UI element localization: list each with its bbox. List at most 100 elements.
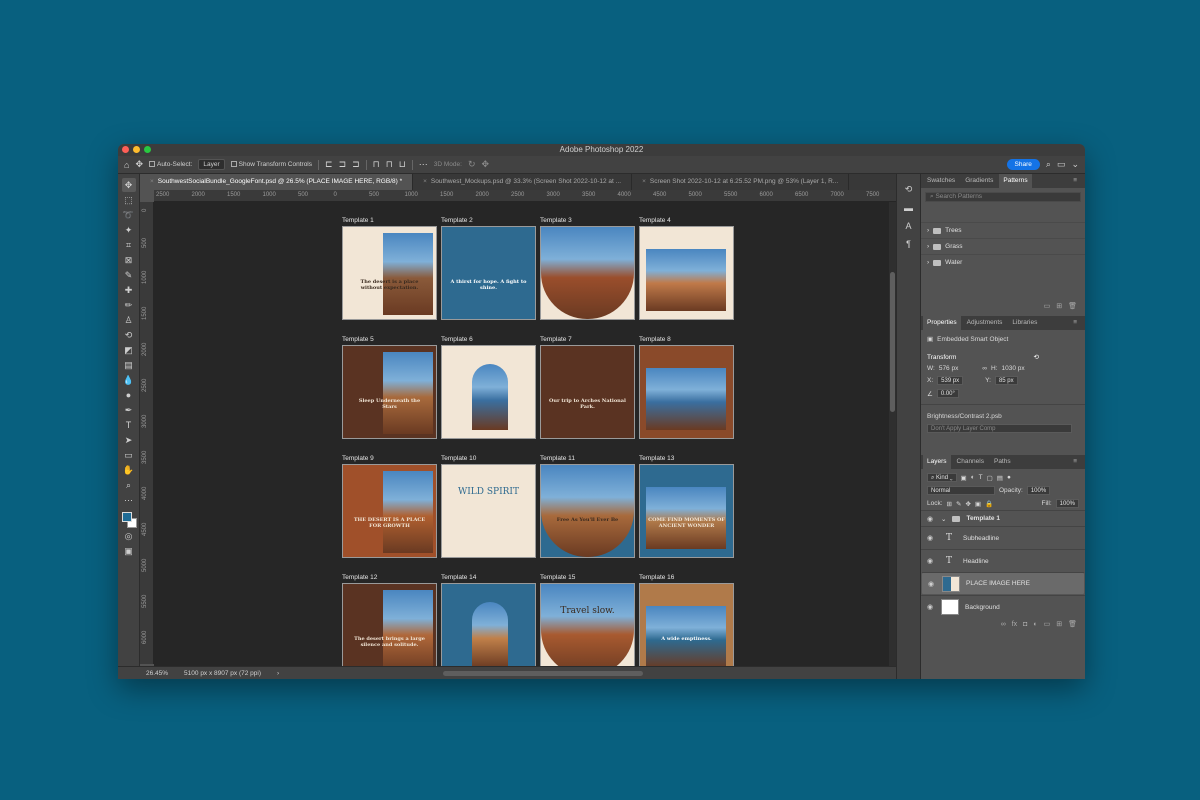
- frame-tool-icon[interactable]: ⊠: [122, 253, 136, 267]
- template-thumbnail[interactable]: [441, 583, 536, 666]
- template-thumbnail[interactable]: WILD SPIRIT: [441, 464, 536, 558]
- doc-tab-1[interactable]: × SouthwestSocialBundle_GoogleFont.psd @ …: [140, 174, 414, 190]
- filter-type-icon[interactable]: T: [979, 474, 983, 481]
- brush-tool-icon[interactable]: ✏: [122, 298, 136, 312]
- layer-name[interactable]: Subheadline: [963, 535, 999, 542]
- template-cell[interactable]: Template 10 WILD SPIRIT: [441, 454, 536, 558]
- horizontal-ruler[interactable]: 2500 2000 1500 1000 500 0 500 1000 1500 2000 2500 3…: [154, 190, 896, 202]
- link-icon[interactable]: ∞: [982, 365, 987, 372]
- horizontal-scroll-thumb[interactable]: [443, 671, 643, 676]
- template-thumbnail[interactable]: The desert brings a large silence and so…: [342, 583, 437, 666]
- clone-stamp-tool-icon[interactable]: ♙: [122, 313, 136, 327]
- pattern-folder-trees[interactable]: › Trees: [921, 222, 1085, 238]
- align-center-icon[interactable]: ⊐: [339, 159, 347, 170]
- layer-row[interactable]: ◉ T Headline: [921, 549, 1085, 572]
- more-tools-icon[interactable]: ⋯: [122, 493, 136, 507]
- doc-tab-3[interactable]: × Screen Shot 2022-10-12 at 6.25.52 PM.pn…: [632, 174, 850, 190]
- tab-adjustments[interactable]: Adjustments: [963, 316, 1007, 330]
- adjustment-icon[interactable]: ◐: [1033, 621, 1037, 628]
- template-cell[interactable]: Template 1 The desert is a place without …: [342, 216, 437, 320]
- new-layer-icon[interactable]: ⊞: [1056, 620, 1062, 628]
- template-cell[interactable]: Template 2 A thirst for hope. A fight to …: [441, 216, 536, 320]
- template-cell[interactable]: Template 13 COME FIND MOMENTS OF ANCIENT …: [639, 454, 734, 558]
- lock-paint-icon[interactable]: ✎: [956, 500, 961, 508]
- layer-name[interactable]: PLACE IMAGE HERE: [966, 580, 1030, 587]
- template-thumbnail[interactable]: Travel slow.: [540, 583, 635, 666]
- mask-icon[interactable]: ◘: [1023, 621, 1027, 628]
- y-field[interactable]: 85 px: [994, 376, 1018, 385]
- screen-mode-icon[interactable]: ▣: [122, 544, 136, 558]
- rectangle-tool-icon[interactable]: ▭: [122, 448, 136, 462]
- chevron-right-icon[interactable]: ›: [927, 223, 929, 239]
- template-thumbnail[interactable]: The desert is a place without expectatio…: [342, 226, 437, 320]
- filter-adjustment-icon[interactable]: ◐: [971, 474, 975, 481]
- zoom-window-button[interactable]: [144, 146, 151, 153]
- eye-icon[interactable]: ◉: [925, 603, 935, 611]
- zoom-level[interactable]: 26.45%: [146, 670, 168, 677]
- new-group-icon[interactable]: ▭: [1044, 620, 1051, 628]
- filter-toggle-icon[interactable]: ●: [1007, 474, 1011, 481]
- layer-row[interactable]: ◉ Background: [921, 595, 1085, 618]
- template-thumbnail[interactable]: Free As You'll Ever Be: [540, 464, 635, 558]
- filter-shape-icon[interactable]: ▢: [987, 474, 993, 482]
- auto-select-target-dropdown[interactable]: Layer: [198, 159, 225, 170]
- height-value[interactable]: 1030 px: [1002, 365, 1025, 372]
- foreground-color-swatch[interactable]: [121, 512, 132, 522]
- template-thumbnail[interactable]: COME FIND MOMENTS OF ANCIENT WONDER: [639, 464, 734, 558]
- layer-row[interactable]: ◉ PLACE IMAGE HERE: [921, 572, 1085, 595]
- lock-pixels-icon[interactable]: ⊞: [947, 500, 952, 508]
- move-tool-icon[interactable]: ✥: [121, 178, 136, 192]
- vertical-scroll-thumb[interactable]: [890, 272, 895, 412]
- lock-artboard-icon[interactable]: ▣: [975, 500, 981, 508]
- align-top-icon[interactable]: ⊓: [373, 159, 380, 170]
- eye-icon[interactable]: ◉: [926, 580, 936, 588]
- tab-channels[interactable]: Channels: [953, 455, 988, 469]
- tab-gradients[interactable]: Gradients: [961, 174, 997, 188]
- link-icon[interactable]: ∞: [1001, 621, 1006, 628]
- eye-icon[interactable]: ◉: [925, 534, 935, 542]
- chevron-down-icon[interactable]: ⌄: [941, 515, 946, 523]
- minimize-window-button[interactable]: [133, 146, 140, 153]
- template-cell[interactable]: Template 14: [441, 573, 536, 666]
- panel-menu-icon[interactable]: ≡: [1069, 455, 1081, 469]
- search-patterns-input[interactable]: ⌕ Search Patterns: [925, 192, 1081, 202]
- magic-wand-tool-icon[interactable]: ✦: [122, 223, 136, 237]
- template-cell[interactable]: Template 4: [639, 216, 734, 320]
- move-tool-icon[interactable]: ✥: [135, 159, 143, 170]
- template-cell[interactable]: Template 9 THE DESERT IS A PLACE FOR GROW…: [342, 454, 437, 558]
- gradient-tool-icon[interactable]: ▤: [122, 358, 136, 372]
- align-middle-icon[interactable]: ⊓: [386, 159, 393, 170]
- home-icon[interactable]: ⌂: [124, 160, 129, 170]
- chevron-right-icon[interactable]: ›: [927, 255, 929, 271]
- more-options-icon[interactable]: ⋯: [419, 159, 428, 170]
- share-button[interactable]: Share: [1006, 159, 1040, 170]
- quick-mask-icon[interactable]: ◎: [122, 529, 136, 543]
- layer-name[interactable]: Headline: [963, 558, 989, 565]
- history-icon[interactable]: ⟲: [905, 184, 913, 195]
- color-swatches[interactable]: [121, 512, 137, 528]
- close-icon[interactable]: ×: [150, 178, 154, 185]
- doc-tab-2[interactable]: × Southwest_Mockups.psd @ 33.3% (Screen S…: [413, 174, 633, 190]
- template-thumbnail[interactable]: [441, 345, 536, 439]
- template-cell[interactable]: Template 5 Sleep Underneath the Stars: [342, 335, 437, 439]
- tab-properties[interactable]: Properties: [923, 316, 961, 330]
- delete-icon[interactable]: 🗑: [1068, 302, 1077, 310]
- reset-transform-icon[interactable]: ⟲: [1034, 353, 1039, 361]
- eyedropper-tool-icon[interactable]: ✎: [122, 268, 136, 282]
- orbit-3d-icon[interactable]: ↻: [468, 159, 476, 170]
- paragraph-icon[interactable]: ¶: [906, 239, 911, 249]
- template-thumbnail[interactable]: Our trip to Arches National Park.: [540, 345, 635, 439]
- path-selection-tool-icon[interactable]: ➤: [122, 433, 136, 447]
- pattern-folder-water[interactable]: › Water: [921, 254, 1085, 270]
- template-thumbnail[interactable]: THE DESERT IS A PLACE FOR GROWTH: [342, 464, 437, 558]
- align-left-icon[interactable]: ⊏: [325, 159, 333, 170]
- tab-patterns[interactable]: Patterns: [999, 174, 1032, 188]
- blur-tool-icon[interactable]: 💧: [122, 373, 136, 387]
- template-thumbnail[interactable]: [540, 226, 635, 320]
- close-icon[interactable]: ×: [423, 178, 427, 185]
- workspace-icon[interactable]: ▭: [1057, 159, 1066, 170]
- healing-brush-tool-icon[interactable]: ✚: [122, 283, 136, 297]
- eye-icon[interactable]: ◉: [925, 557, 935, 565]
- layer-comp-dropdown[interactable]: Don't Apply Layer Comp: [927, 424, 1072, 433]
- layer-group[interactable]: ◉ ⌄ Template 1: [921, 510, 1085, 526]
